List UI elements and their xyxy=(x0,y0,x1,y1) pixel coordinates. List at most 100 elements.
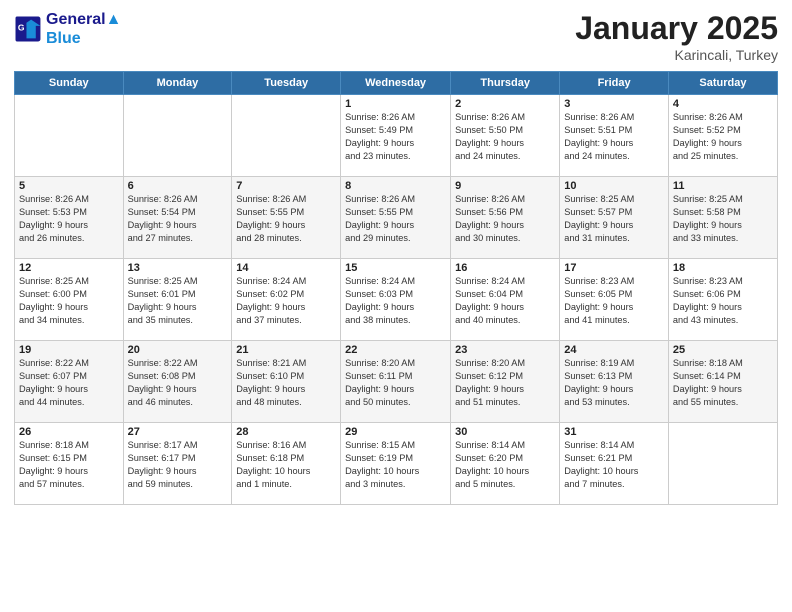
calendar-cell: 1Sunrise: 8:26 AM Sunset: 5:49 PM Daylig… xyxy=(341,95,451,177)
day-number: 23 xyxy=(455,344,555,356)
calendar-cell xyxy=(668,423,777,505)
day-number: 14 xyxy=(236,262,336,274)
day-number: 10 xyxy=(564,180,664,192)
day-number: 24 xyxy=(564,344,664,356)
calendar-body: 1Sunrise: 8:26 AM Sunset: 5:49 PM Daylig… xyxy=(15,95,778,505)
calendar-day-header: Wednesday xyxy=(341,72,451,95)
day-number: 13 xyxy=(128,262,228,274)
page: G General▲ Blue January 2025 Karincali, … xyxy=(0,0,792,612)
calendar-cell: 18Sunrise: 8:23 AM Sunset: 6:06 PM Dayli… xyxy=(668,259,777,341)
day-number: 6 xyxy=(128,180,228,192)
calendar-cell: 29Sunrise: 8:15 AM Sunset: 6:19 PM Dayli… xyxy=(341,423,451,505)
day-number: 5 xyxy=(19,180,119,192)
calendar-cell: 28Sunrise: 8:16 AM Sunset: 6:18 PM Dayli… xyxy=(232,423,341,505)
day-info: Sunrise: 8:24 AM Sunset: 6:02 PM Dayligh… xyxy=(236,275,336,327)
day-info: Sunrise: 8:26 AM Sunset: 5:51 PM Dayligh… xyxy=(564,111,664,163)
calendar-cell: 24Sunrise: 8:19 AM Sunset: 6:13 PM Dayli… xyxy=(560,341,669,423)
day-info: Sunrise: 8:20 AM Sunset: 6:12 PM Dayligh… xyxy=(455,357,555,409)
day-number: 9 xyxy=(455,180,555,192)
day-info: Sunrise: 8:22 AM Sunset: 6:08 PM Dayligh… xyxy=(128,357,228,409)
day-info: Sunrise: 8:19 AM Sunset: 6:13 PM Dayligh… xyxy=(564,357,664,409)
calendar-cell: 7Sunrise: 8:26 AM Sunset: 5:55 PM Daylig… xyxy=(232,177,341,259)
day-info: Sunrise: 8:23 AM Sunset: 6:06 PM Dayligh… xyxy=(673,275,773,327)
calendar-cell: 6Sunrise: 8:26 AM Sunset: 5:54 PM Daylig… xyxy=(123,177,232,259)
day-info: Sunrise: 8:26 AM Sunset: 5:52 PM Dayligh… xyxy=(673,111,773,163)
location-title: Karincali, Turkey xyxy=(575,47,778,63)
day-info: Sunrise: 8:26 AM Sunset: 5:53 PM Dayligh… xyxy=(19,193,119,245)
calendar-cell: 4Sunrise: 8:26 AM Sunset: 5:52 PM Daylig… xyxy=(668,95,777,177)
calendar-cell: 16Sunrise: 8:24 AM Sunset: 6:04 PM Dayli… xyxy=(451,259,560,341)
calendar-day-header: Tuesday xyxy=(232,72,341,95)
day-info: Sunrise: 8:24 AM Sunset: 6:04 PM Dayligh… xyxy=(455,275,555,327)
day-info: Sunrise: 8:26 AM Sunset: 5:56 PM Dayligh… xyxy=(455,193,555,245)
calendar-cell: 27Sunrise: 8:17 AM Sunset: 6:17 PM Dayli… xyxy=(123,423,232,505)
calendar-cell: 13Sunrise: 8:25 AM Sunset: 6:01 PM Dayli… xyxy=(123,259,232,341)
calendar-cell: 3Sunrise: 8:26 AM Sunset: 5:51 PM Daylig… xyxy=(560,95,669,177)
calendar-cell: 26Sunrise: 8:18 AM Sunset: 6:15 PM Dayli… xyxy=(15,423,124,505)
calendar-cell: 10Sunrise: 8:25 AM Sunset: 5:57 PM Dayli… xyxy=(560,177,669,259)
day-number: 11 xyxy=(673,180,773,192)
calendar-day-header: Friday xyxy=(560,72,669,95)
day-info: Sunrise: 8:26 AM Sunset: 5:49 PM Dayligh… xyxy=(345,111,446,163)
day-info: Sunrise: 8:14 AM Sunset: 6:20 PM Dayligh… xyxy=(455,439,555,491)
day-number: 20 xyxy=(128,344,228,356)
day-info: Sunrise: 8:21 AM Sunset: 6:10 PM Dayligh… xyxy=(236,357,336,409)
day-number: 4 xyxy=(673,98,773,110)
day-number: 29 xyxy=(345,426,446,438)
calendar-cell: 19Sunrise: 8:22 AM Sunset: 6:07 PM Dayli… xyxy=(15,341,124,423)
day-number: 22 xyxy=(345,344,446,356)
calendar-week-row: 5Sunrise: 8:26 AM Sunset: 5:53 PM Daylig… xyxy=(15,177,778,259)
calendar-cell: 2Sunrise: 8:26 AM Sunset: 5:50 PM Daylig… xyxy=(451,95,560,177)
calendar-cell: 5Sunrise: 8:26 AM Sunset: 5:53 PM Daylig… xyxy=(15,177,124,259)
calendar-day-header: Saturday xyxy=(668,72,777,95)
day-number: 27 xyxy=(128,426,228,438)
day-number: 16 xyxy=(455,262,555,274)
month-title: January 2025 xyxy=(575,10,778,47)
calendar-cell: 17Sunrise: 8:23 AM Sunset: 6:05 PM Dayli… xyxy=(560,259,669,341)
day-number: 30 xyxy=(455,426,555,438)
calendar-cell: 31Sunrise: 8:14 AM Sunset: 6:21 PM Dayli… xyxy=(560,423,669,505)
calendar-header-row: SundayMondayTuesdayWednesdayThursdayFrid… xyxy=(15,72,778,95)
logo-icon: G xyxy=(14,15,42,43)
calendar-week-row: 19Sunrise: 8:22 AM Sunset: 6:07 PM Dayli… xyxy=(15,341,778,423)
day-number: 19 xyxy=(19,344,119,356)
logo-text: General▲ Blue xyxy=(46,10,121,48)
calendar-cell: 8Sunrise: 8:26 AM Sunset: 5:55 PM Daylig… xyxy=(341,177,451,259)
day-info: Sunrise: 8:24 AM Sunset: 6:03 PM Dayligh… xyxy=(345,275,446,327)
day-info: Sunrise: 8:18 AM Sunset: 6:14 PM Dayligh… xyxy=(673,357,773,409)
day-number: 18 xyxy=(673,262,773,274)
calendar-cell xyxy=(15,95,124,177)
day-info: Sunrise: 8:26 AM Sunset: 5:55 PM Dayligh… xyxy=(345,193,446,245)
day-info: Sunrise: 8:18 AM Sunset: 6:15 PM Dayligh… xyxy=(19,439,119,491)
logo: G General▲ Blue xyxy=(14,10,121,48)
day-info: Sunrise: 8:25 AM Sunset: 5:57 PM Dayligh… xyxy=(564,193,664,245)
calendar-cell: 20Sunrise: 8:22 AM Sunset: 6:08 PM Dayli… xyxy=(123,341,232,423)
day-number: 3 xyxy=(564,98,664,110)
day-info: Sunrise: 8:23 AM Sunset: 6:05 PM Dayligh… xyxy=(564,275,664,327)
day-info: Sunrise: 8:16 AM Sunset: 6:18 PM Dayligh… xyxy=(236,439,336,491)
calendar-cell: 9Sunrise: 8:26 AM Sunset: 5:56 PM Daylig… xyxy=(451,177,560,259)
calendar-cell: 22Sunrise: 8:20 AM Sunset: 6:11 PM Dayli… xyxy=(341,341,451,423)
calendar-day-header: Thursday xyxy=(451,72,560,95)
day-info: Sunrise: 8:14 AM Sunset: 6:21 PM Dayligh… xyxy=(564,439,664,491)
day-info: Sunrise: 8:20 AM Sunset: 6:11 PM Dayligh… xyxy=(345,357,446,409)
day-number: 1 xyxy=(345,98,446,110)
day-info: Sunrise: 8:17 AM Sunset: 6:17 PM Dayligh… xyxy=(128,439,228,491)
calendar-cell xyxy=(232,95,341,177)
calendar-week-row: 12Sunrise: 8:25 AM Sunset: 6:00 PM Dayli… xyxy=(15,259,778,341)
day-number: 28 xyxy=(236,426,336,438)
day-info: Sunrise: 8:26 AM Sunset: 5:50 PM Dayligh… xyxy=(455,111,555,163)
svg-text:G: G xyxy=(18,23,25,33)
calendar-cell: 14Sunrise: 8:24 AM Sunset: 6:02 PM Dayli… xyxy=(232,259,341,341)
day-number: 15 xyxy=(345,262,446,274)
day-info: Sunrise: 8:25 AM Sunset: 6:00 PM Dayligh… xyxy=(19,275,119,327)
day-number: 2 xyxy=(455,98,555,110)
calendar-week-row: 1Sunrise: 8:26 AM Sunset: 5:49 PM Daylig… xyxy=(15,95,778,177)
day-info: Sunrise: 8:26 AM Sunset: 5:55 PM Dayligh… xyxy=(236,193,336,245)
day-number: 21 xyxy=(236,344,336,356)
calendar: SundayMondayTuesdayWednesdayThursdayFrid… xyxy=(14,71,778,505)
calendar-day-header: Sunday xyxy=(15,72,124,95)
day-info: Sunrise: 8:22 AM Sunset: 6:07 PM Dayligh… xyxy=(19,357,119,409)
day-number: 26 xyxy=(19,426,119,438)
day-number: 25 xyxy=(673,344,773,356)
